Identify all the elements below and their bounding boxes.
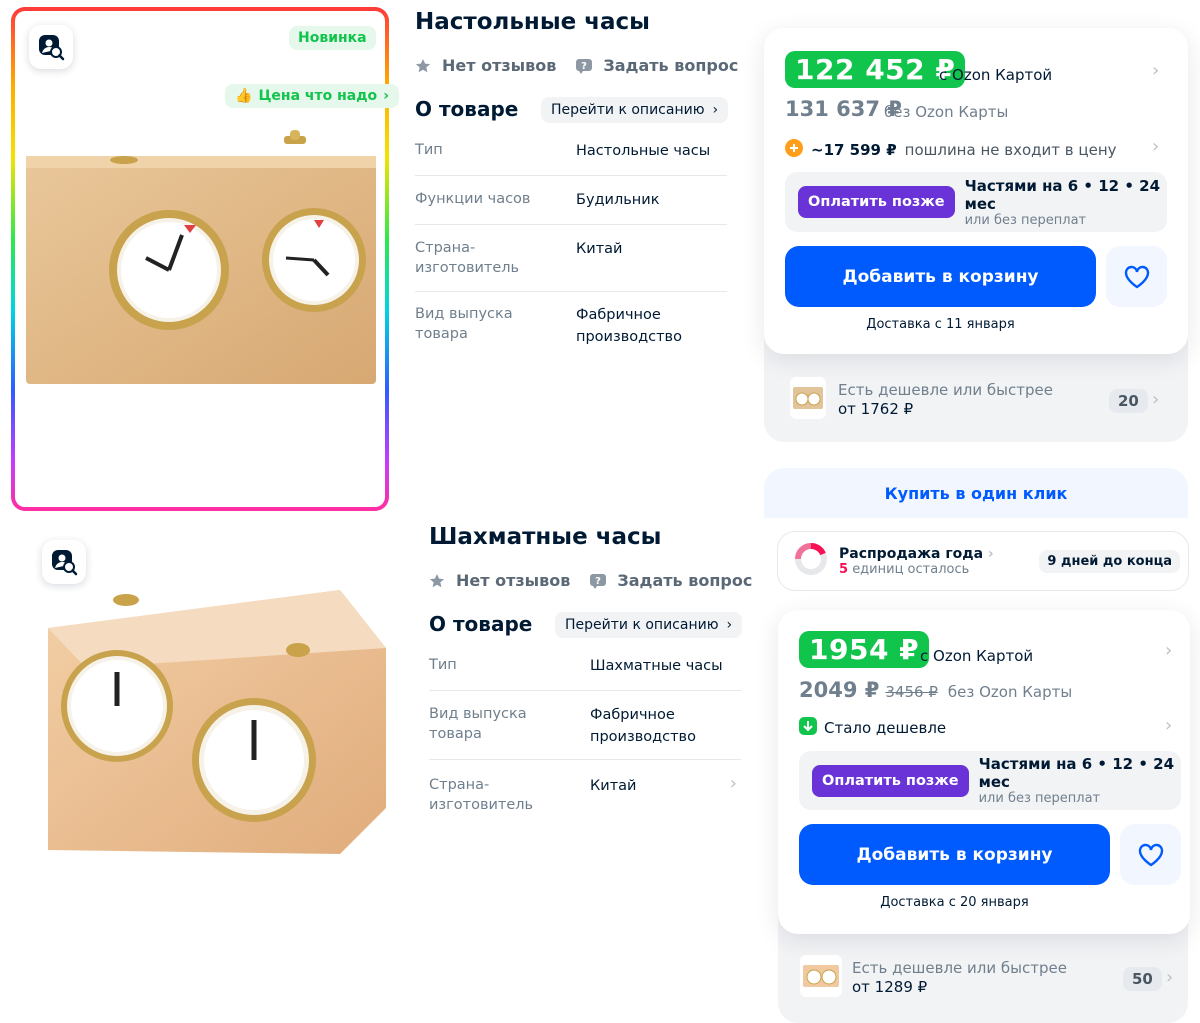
reviews-link[interactable]: Нет отзывов (456, 571, 570, 590)
badge-new: Новинка (289, 26, 376, 50)
spec-row[interactable]: Страна-изготовитель Китай › (429, 773, 741, 825)
arrow-down-icon (799, 717, 817, 739)
nocard-label: без Ozon Карты (884, 103, 1009, 121)
days-left-badge: 9 дней до конца (1039, 549, 1180, 573)
spec-row: Вид выпуска товара Фабричное производство (415, 306, 682, 345)
chevron-right-icon: › (726, 617, 733, 633)
pay-later-button[interactable]: Оплатить позже (812, 764, 969, 797)
price-without-card-row: 2049 ₽ 3456 ₽ без Ozon Карты (799, 678, 1073, 702)
product1-goto-description[interactable]: Перейти к описанию › (541, 97, 729, 123)
buy-one-click-button[interactable]: Купить в один клик (764, 468, 1188, 518)
cheaper-count: 20 (1109, 389, 1148, 413)
favorite-button[interactable] (1106, 246, 1167, 307)
star-icon (429, 573, 445, 589)
chevron-right-icon: › (712, 102, 719, 118)
cheaper-count: 50 (1123, 967, 1162, 991)
product2-specs: Тип Шахматные часы Вид выпуска товара Фабр… (429, 655, 741, 825)
add-to-cart-button[interactable]: Добавить в корзину (785, 246, 1096, 307)
chevron-right-icon[interactable]: › (1165, 715, 1172, 736)
product1-review-row: Нет отзывов ? Задать вопрос (415, 56, 738, 75)
image-search-icon[interactable] (42, 540, 86, 584)
question-icon: ? (590, 573, 607, 589)
pay-later-button[interactable]: Оплатить позже (798, 186, 955, 218)
reviews-link[interactable]: Нет отзывов (442, 56, 556, 75)
card-label: с Ozon Картой (920, 647, 1034, 665)
chevron-right-icon[interactable]: › (1152, 60, 1159, 81)
delivery-date: Доставка с 11 января (866, 317, 1015, 332)
spec-row: Страна-изготовитель Китай (415, 238, 727, 292)
table-clock-image (26, 130, 376, 384)
chevron-right-icon: › (383, 88, 389, 104)
product1-title: Настольные часы (415, 9, 650, 35)
spec-row: Тип Шахматные часы (429, 655, 741, 691)
chevron-right-icon[interactable]: › (1166, 967, 1173, 988)
product2-about-heading: О товаре (429, 612, 533, 636)
star-icon (415, 58, 431, 74)
chevron-right-icon[interactable]: › (1152, 136, 1159, 157)
product2-title: Шахматные часы (429, 524, 662, 550)
cheaper-thumb (790, 377, 826, 419)
ask-question-link[interactable]: Задать вопрос (617, 571, 752, 590)
card-label: с Ozon Картой (939, 66, 1053, 84)
spec-row: Функции часов Будильник (415, 189, 727, 225)
chess-clock-image (48, 590, 386, 854)
old-price: 3456 ₽ (885, 683, 938, 701)
duty-row[interactable]: ~17 599 ₽ пошлина не входит в цену (785, 139, 1117, 161)
delivery-date: Доставка с 20 января (880, 895, 1029, 910)
chevron-right-icon: › (729, 773, 737, 794)
cheaper-thumb (800, 955, 842, 997)
heart-icon (1138, 843, 1163, 866)
thumbs-up-icon: 👍 (235, 88, 253, 104)
favorite-button[interactable] (1120, 824, 1181, 885)
question-icon: ? (576, 58, 593, 74)
pay-later-block[interactable]: Оплатить позже Частями на 6 • 12 • 24 ме… (799, 751, 1181, 810)
heart-icon (1124, 265, 1149, 288)
sale-banner[interactable]: Распродажа года › 5 единиц осталось 9 дн… (777, 531, 1189, 591)
image-search-icon[interactable] (29, 25, 73, 69)
add-to-cart-button[interactable]: Добавить в корзину (799, 824, 1110, 885)
price-with-card: 1954 ₽ (799, 631, 930, 668)
product1-specs: Тип Настольные часы Функции часов Будильни… (415, 140, 727, 360)
chevron-right-icon: › (987, 545, 994, 562)
plus-circle-icon (785, 139, 803, 161)
svg-text:?: ? (581, 61, 587, 72)
spec-row: Вид выпуска товара Фабричное производство (429, 704, 741, 760)
product2-goto-description[interactable]: Перейти к описанию › (555, 612, 743, 638)
pay-later-block[interactable]: Оплатить позже Частями на 6 • 12 • 24 ме… (785, 172, 1167, 232)
badge-good-price[interactable]: 👍 Цена что надо › (225, 84, 399, 108)
chevron-right-icon[interactable]: › (1152, 389, 1159, 410)
svg-text:?: ? (595, 576, 601, 587)
ask-question-link[interactable]: Задать вопрос (603, 56, 738, 75)
product1-about-heading: О товаре (415, 97, 519, 121)
price-dropped-row[interactable]: Стало дешевле (799, 717, 946, 739)
spec-row: Тип Настольные часы (415, 140, 727, 176)
sale-progress-icon (793, 541, 829, 581)
price-without-card: 2049 ₽ (799, 678, 880, 702)
chevron-right-icon[interactable]: › (1165, 640, 1172, 661)
product2-review-row: Нет отзывов ? Задать вопрос (429, 571, 752, 590)
